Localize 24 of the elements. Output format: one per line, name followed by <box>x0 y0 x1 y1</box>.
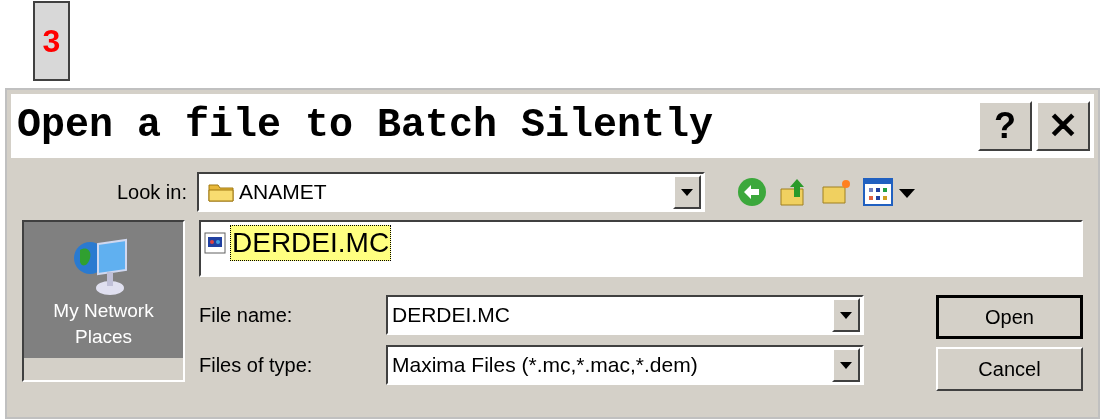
folder-icon <box>207 181 235 203</box>
file-name-field[interactable]: DERDEI.MC <box>386 295 864 335</box>
back-icon[interactable] <box>737 177 767 207</box>
look-in-dropdown[interactable]: ANAMET <box>197 172 705 212</box>
close-button[interactable]: ✕ <box>1036 101 1090 151</box>
file-name-label: File name: <box>199 303 294 328</box>
file-type-label: Files of type: <box>199 353 314 378</box>
file-type-dropdown[interactable]: Maxima Files (*.mc,*.mac,*.dem) <box>386 345 864 385</box>
place-label: My Network Places <box>52 299 155 349</box>
help-button[interactable]: ? <box>978 101 1032 151</box>
dropdown-button[interactable] <box>832 348 860 382</box>
dropdown-button[interactable] <box>673 175 701 209</box>
window-title: Open a file to Batch Silently <box>17 102 715 150</box>
step-badge: 3 <box>33 1 70 81</box>
file-item[interactable]: DERDEI.MC <box>230 225 392 261</box>
cancel-button[interactable]: Cancel <box>936 347 1083 391</box>
dropdown-button[interactable] <box>832 298 860 332</box>
caret-icon <box>840 361 852 369</box>
place-item[interactable]: My Network Places <box>24 222 183 358</box>
look-in-label: Look in: <box>115 180 188 205</box>
caret-icon <box>840 311 852 319</box>
document-icon <box>204 232 226 254</box>
open-button[interactable]: Open <box>936 295 1083 339</box>
caret-icon <box>681 188 693 196</box>
